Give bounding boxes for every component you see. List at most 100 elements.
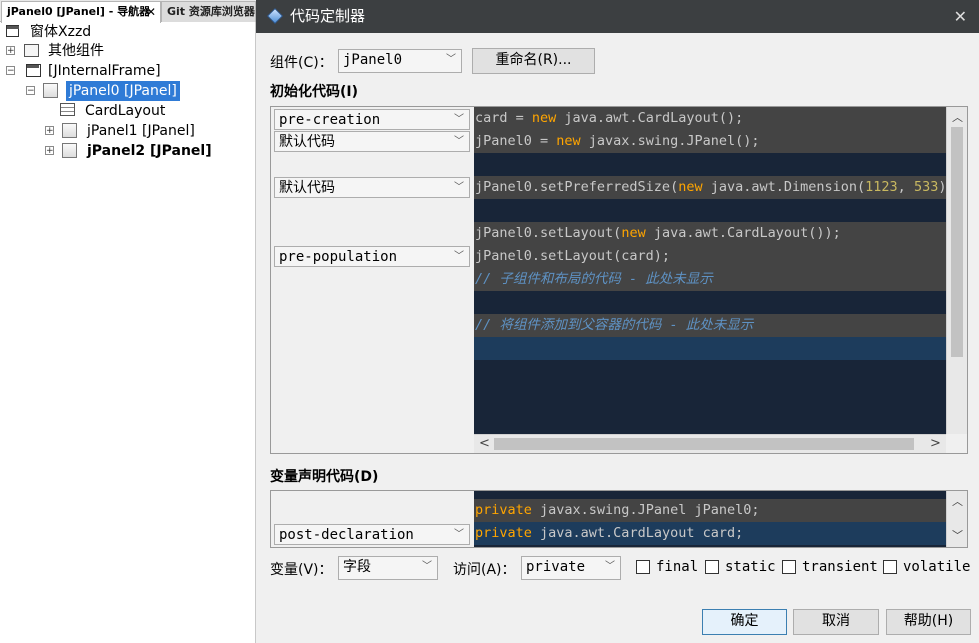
init-combo-2[interactable]: 默认代码 ﹀ xyxy=(274,131,470,152)
scroll-up-icon[interactable]: ︿ xyxy=(952,109,963,125)
dialog-title: 代码定制器 xyxy=(290,7,366,25)
code-line-comment: // 将组件添加到父容器的代码 - 此处未显示 xyxy=(474,314,946,337)
init-combo-1[interactable]: pre-creation ﹀ xyxy=(274,109,470,130)
init-combo-3-value: 默认代码 xyxy=(279,180,335,196)
scroll-left-icon[interactable]: < xyxy=(479,435,490,453)
init-code-editor[interactable]: card = new java.awt.CardLayout(); jPanel… xyxy=(474,107,946,434)
internal-frame-icon xyxy=(26,64,41,77)
code-line-current xyxy=(474,337,946,360)
tree-node-other-label: 其他组件 xyxy=(48,43,104,59)
code-line: jPanel0.setLayout(card); xyxy=(474,245,946,268)
access-label: 访问(A)： xyxy=(453,562,516,578)
chevron-down-icon: ﹀ xyxy=(454,251,464,262)
cancel-button[interactable]: 取消 xyxy=(793,609,879,635)
collapse-minus-icon[interactable]: − xyxy=(26,86,35,96)
code-line: private java.awt.CardLayout card; xyxy=(474,522,946,545)
code-line: card = new java.awt.CardLayout(); xyxy=(474,107,946,130)
cube-icon xyxy=(267,8,283,24)
decl-code-editor[interactable]: private javax.swing.JPanel jPanel0; priv… xyxy=(474,491,946,547)
code-line: jPanel0.setLayout(new java.awt.CardLayou… xyxy=(474,222,946,245)
scroll-right-icon[interactable]: > xyxy=(930,435,941,453)
navigator-tabstrip: jPanel0 [JPanel] - 导航器 ✕ Git 资源库浏览器 xyxy=(0,0,256,23)
close-icon[interactable]: ✕ xyxy=(954,0,967,33)
tab-git-browser-label: Git 资源库浏览器 xyxy=(167,5,255,18)
code-line: private javax.swing.JPanel jPanel0; xyxy=(474,499,946,522)
expand-plus-icon[interactable]: + xyxy=(6,46,15,56)
volatile-checkbox-label: volatile xyxy=(903,559,971,575)
chevron-down-icon: ﹀ xyxy=(454,529,464,540)
variable-combo[interactable]: 字段 ﹀ xyxy=(338,556,438,580)
chevron-down-icon: ﹀ xyxy=(454,114,464,125)
transient-checkbox-label: transient xyxy=(802,559,878,575)
static-checkbox-label: static xyxy=(725,559,776,575)
navigator-panel: jPanel0 [JPanel] - 导航器 ✕ Git 资源库浏览器 窗体Xz… xyxy=(0,0,256,643)
component-label: 组件(C)： xyxy=(270,55,333,71)
tree-node-cardlayout-label: CardLayout xyxy=(85,103,166,119)
tree-node-jpanel1-label: jPanel1 [JPanel] xyxy=(87,123,195,139)
chevron-down-icon: ﹀ xyxy=(446,54,456,65)
decl-vertical-scrollbar[interactable]: ︿ ﹀ xyxy=(946,491,967,547)
panel-icon xyxy=(62,143,77,158)
variable-combo-value: 字段 xyxy=(343,559,371,575)
final-checkbox[interactable]: final xyxy=(636,559,716,577)
scroll-up-icon[interactable]: ︿ xyxy=(952,493,963,509)
ok-button[interactable]: 确定 xyxy=(702,609,787,635)
other-components-icon xyxy=(24,44,39,57)
tab-git-browser[interactable]: Git 资源库浏览器 xyxy=(161,1,256,22)
init-combo-2-value: 默认代码 xyxy=(279,134,335,150)
checkbox-box[interactable] xyxy=(883,560,897,574)
decl-combo[interactable]: post-declaration ﹀ xyxy=(274,524,470,545)
rename-button[interactable]: 重命名(R)... xyxy=(472,48,595,74)
panel-icon xyxy=(62,123,77,138)
scroll-thumb[interactable] xyxy=(951,127,963,357)
init-combo-4[interactable]: pre-population ﹀ xyxy=(274,246,470,267)
init-code-panel: pre-creation ﹀ 默认代码 ﹀ 默认代码 ﹀ pre-population… xyxy=(270,106,968,454)
code-line-empty xyxy=(474,199,946,222)
dialog-titlebar[interactable]: 代码定制器 ✕ xyxy=(256,0,979,33)
decl-code-title: 变量声明代码(D) xyxy=(270,469,379,485)
chevron-down-icon: ﹀ xyxy=(454,136,464,147)
panel-icon xyxy=(43,83,58,98)
collapse-minus-icon[interactable]: − xyxy=(6,66,15,76)
chevron-down-icon: ﹀ xyxy=(605,561,615,572)
tab-navigator[interactable]: jPanel0 [JPanel] - 导航器 ✕ xyxy=(1,1,161,23)
decl-code-panel: post-declaration ﹀ private javax.swing.JP… xyxy=(270,490,968,548)
layout-icon xyxy=(60,103,75,116)
code-line: jPanel0.setPreferredSize(new java.awt.Di… xyxy=(474,176,946,199)
transient-checkbox[interactable]: transient xyxy=(782,559,882,577)
code-customizer-dialog: 代码定制器 ✕ 组件(C)： jPanel0 ﹀ 重命名(R)... 初始化代码… xyxy=(256,0,979,643)
help-button[interactable]: 帮助(H) xyxy=(886,609,971,635)
scroll-thumb[interactable] xyxy=(494,438,914,450)
expand-plus-icon[interactable]: + xyxy=(45,126,54,136)
scroll-down-icon[interactable]: ﹀ xyxy=(952,527,963,543)
init-combo-1-value: pre-creation xyxy=(279,112,381,128)
form-icon xyxy=(6,25,19,37)
code-line-comment: // 子组件和布局的代码 - 此处未显示 xyxy=(474,268,946,291)
code-line: jPanel0 = new javax.swing.JPanel(); xyxy=(474,130,946,153)
tree-node-jpanel2-label: jPanel2 [JPanel] xyxy=(87,143,212,159)
checkbox-box[interactable] xyxy=(782,560,796,574)
tree-node-internal-frame-label: [JInternalFrame] xyxy=(48,63,161,79)
component-combo-value: jPanel0 xyxy=(343,52,403,68)
init-code-title: 初始化代码(I) xyxy=(270,84,359,100)
chevron-down-icon: ﹀ xyxy=(454,182,464,193)
tree-node-form-label: 窗体Xzzd xyxy=(30,24,92,40)
checkbox-box[interactable] xyxy=(705,560,719,574)
final-checkbox-label: final xyxy=(656,559,699,575)
close-icon[interactable]: ✕ xyxy=(146,2,156,22)
component-combo[interactable]: jPanel0 ﹀ xyxy=(338,49,462,73)
access-combo[interactable]: private ﹀ xyxy=(521,556,621,580)
volatile-checkbox[interactable]: volatile xyxy=(883,559,973,577)
init-horizontal-scrollbar[interactable]: < > xyxy=(474,434,946,453)
chevron-down-icon: ﹀ xyxy=(422,561,432,572)
init-combo-3[interactable]: 默认代码 ﹀ xyxy=(274,177,470,198)
expand-plus-icon[interactable]: + xyxy=(45,146,54,156)
tab-navigator-label: jPanel0 [JPanel] - 导航器 xyxy=(7,5,151,18)
checkbox-box[interactable] xyxy=(636,560,650,574)
access-combo-value: private xyxy=(526,559,586,575)
code-line-empty xyxy=(474,291,946,314)
static-checkbox[interactable]: static xyxy=(705,559,785,577)
variable-label: 变量(V)： xyxy=(270,562,333,578)
init-vertical-scrollbar[interactable]: ︿ xyxy=(946,107,967,434)
code-line-empty xyxy=(474,153,946,176)
